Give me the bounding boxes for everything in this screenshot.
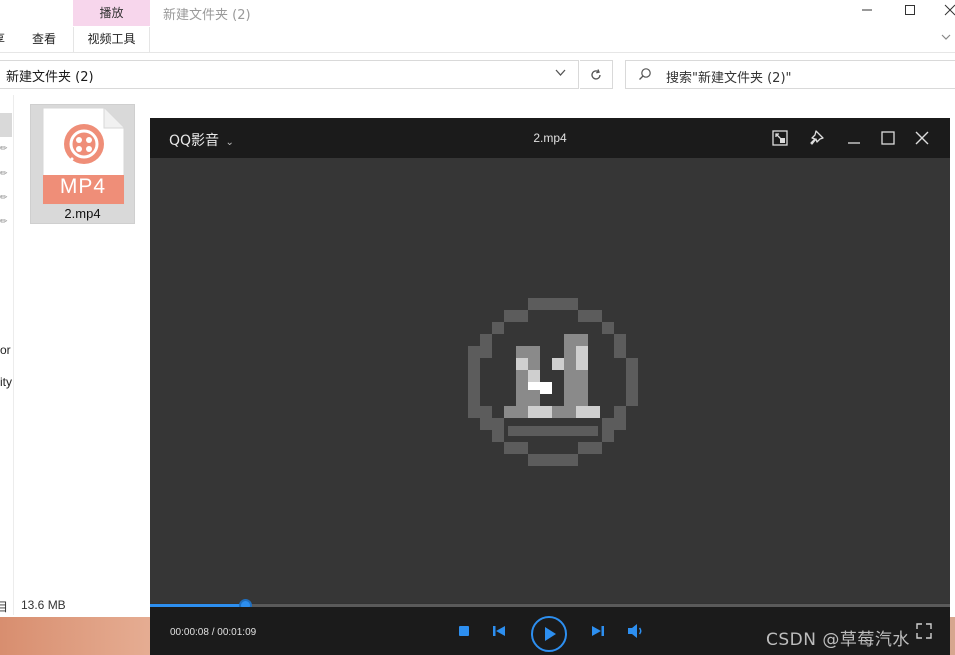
player-title-bar[interactable]: QQ影音 ⌄ 2.mp4	[150, 118, 950, 158]
file-item[interactable]: MP4 2.mp4	[30, 104, 135, 224]
next-icon[interactable]	[590, 621, 606, 641]
qq-player-window: QQ影音 ⌄ 2.mp4 00:00:08 / 00:01:09 CSDN @草…	[150, 118, 950, 655]
pin-icon: ✏	[0, 216, 8, 226]
close-icon[interactable]	[912, 128, 932, 148]
volume-icon[interactable]	[626, 621, 646, 641]
minimize-icon	[862, 9, 872, 11]
search-icon	[639, 68, 651, 80]
status-item-count: 目	[0, 600, 9, 614]
chevron-down-icon	[555, 69, 566, 76]
nav-item-label[interactable]: ity	[0, 375, 12, 389]
close-icon	[944, 4, 955, 16]
previous-icon[interactable]	[491, 621, 507, 641]
window-close-button[interactable]	[935, 0, 955, 22]
status-selected-size: 13.6 MB	[21, 598, 66, 612]
tab-share[interactable]: 享	[0, 27, 6, 52]
search-placeholder: 搜索"新建文件夹 (2)"	[666, 71, 792, 86]
minimize-icon[interactable]	[844, 128, 864, 148]
status-bar: 目 13.6 MB	[0, 595, 160, 617]
play-button[interactable]	[531, 616, 567, 652]
ribbon-expand-button[interactable]	[941, 30, 951, 44]
pin-icon: ✏	[0, 143, 8, 153]
video-canvas[interactable]	[150, 158, 950, 603]
mini-mode-icon[interactable]	[770, 128, 790, 148]
file-name-label: 2.mp4	[64, 206, 101, 221]
address-history-dropdown[interactable]	[555, 66, 566, 80]
context-tab-group-playback[interactable]: 播放	[73, 0, 150, 26]
window-minimize-button[interactable]	[852, 0, 882, 22]
address-path: 新建文件夹 (2)	[6, 70, 94, 85]
address-bar[interactable]: 新建文件夹 (2)	[0, 60, 579, 89]
nav-item-label[interactable]: or	[0, 343, 11, 357]
fullscreen-icon[interactable]	[914, 621, 934, 641]
refresh-icon	[591, 69, 601, 80]
maximize-icon[interactable]	[878, 128, 898, 148]
maximize-icon	[905, 5, 915, 15]
watermark-text: CSDN @草莓汽水	[766, 630, 910, 650]
tab-view[interactable]: 查看	[26, 27, 62, 52]
window-maximize-button[interactable]	[895, 0, 925, 22]
ribbon: 播放 享 查看 视频工具 新建文件夹 (2)	[0, 0, 955, 53]
pin-icon[interactable]	[808, 128, 828, 148]
play-icon	[545, 627, 556, 641]
playback-time: 00:00:08 / 00:01:09	[170, 627, 257, 638]
nav-pane-divider	[13, 95, 14, 615]
player-controls: 00:00:08 / 00:01:09 CSDN @草莓汽水	[150, 607, 950, 655]
qq-player-logo-icon	[468, 298, 638, 466]
tab-video-tools[interactable]: 视频工具	[73, 27, 150, 52]
player-file-name: 2.mp4	[533, 131, 567, 145]
search-input[interactable]: 搜索"新建文件夹 (2)"	[625, 60, 955, 89]
nav-item-selected[interactable]	[0, 113, 12, 137]
file-type-badge: MP4	[59, 175, 107, 198]
pin-icon: ✏	[0, 168, 8, 178]
refresh-button[interactable]	[580, 60, 613, 89]
pin-icon: ✏	[0, 192, 8, 202]
stop-icon[interactable]	[456, 621, 472, 641]
chevron-down-icon	[941, 34, 951, 40]
window-title: 新建文件夹 (2)	[163, 8, 251, 23]
